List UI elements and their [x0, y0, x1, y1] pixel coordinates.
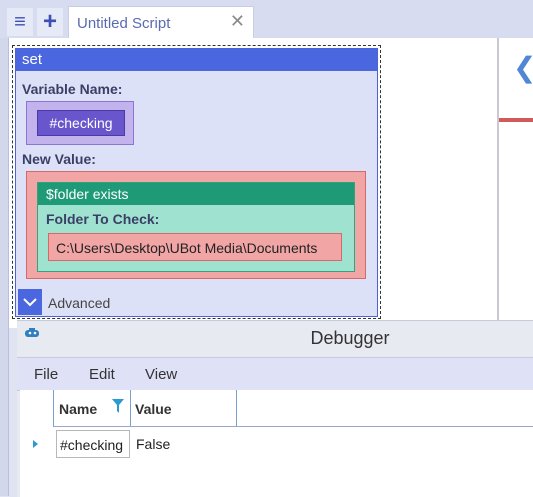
column-header-value-label: Value	[135, 401, 172, 417]
variable-slot[interactable]: #checking	[26, 101, 134, 145]
advanced-toggle-button[interactable]	[18, 289, 42, 315]
menu-view[interactable]: View	[145, 366, 177, 383]
variable-name-label: Variable Name:	[22, 81, 123, 97]
menu-edit[interactable]: Edit	[89, 366, 115, 383]
folder-exists-header[interactable]: $folder exists	[38, 183, 354, 205]
debugger-title: Debugger	[310, 328, 390, 348]
side-panel: ❮	[497, 38, 533, 328]
set-command-header[interactable]: set	[16, 49, 377, 71]
folder-exists-block[interactable]: $folder exists Folder To Check: C:\Users…	[37, 182, 355, 272]
set-command-body: set Variable Name: #checking New Value: …	[15, 48, 378, 317]
set-command-block[interactable]: set Variable Name: #checking New Value: …	[12, 45, 381, 319]
close-icon[interactable]: ✕	[230, 11, 245, 32]
tab-title: Untitled Script	[77, 15, 171, 32]
new-value-label: New Value:	[22, 151, 96, 167]
arrow-left-icon[interactable]: ❮	[513, 51, 533, 84]
tab-untitled-script[interactable]: Untitled Script ✕	[68, 6, 254, 39]
filter-icon[interactable]	[112, 399, 124, 413]
column-header-name-label: Name	[59, 401, 98, 417]
menu-file[interactable]: File	[34, 366, 58, 383]
row-expand-icon[interactable]	[33, 440, 38, 448]
advanced-label[interactable]: Advanced	[48, 295, 110, 311]
debugger-menu-bar: File Edit View	[17, 357, 533, 391]
variable-value-cell: False	[136, 436, 171, 452]
new-value-slot[interactable]: $folder exists Folder To Check: C:\Users…	[26, 171, 366, 279]
variable-chip[interactable]: #checking	[37, 110, 125, 136]
left-edge	[0, 38, 9, 496]
column-header-filler	[237, 390, 533, 427]
column-header-value[interactable]: Value	[130, 390, 237, 427]
column-header-name[interactable]: Name	[53, 390, 131, 427]
tab-strip: ≡ + Untitled Script ✕	[0, 0, 533, 39]
folder-path-field[interactable]: C:\Users\Desktop\UBot Media\Documents	[48, 233, 342, 261]
add-tab-button[interactable]: +	[37, 8, 63, 36]
menu-icon[interactable]: ≡	[7, 8, 33, 36]
variables-grid: Name Value #checking False	[20, 390, 533, 497]
folder-to-check-label: Folder To Check:	[46, 211, 160, 227]
variable-name-cell[interactable]: #checking	[56, 430, 130, 458]
debugger-panel: Debugger File Edit View Name Value #chec…	[17, 320, 533, 497]
side-panel-bar	[499, 118, 533, 122]
chevron-down-icon	[23, 298, 37, 307]
